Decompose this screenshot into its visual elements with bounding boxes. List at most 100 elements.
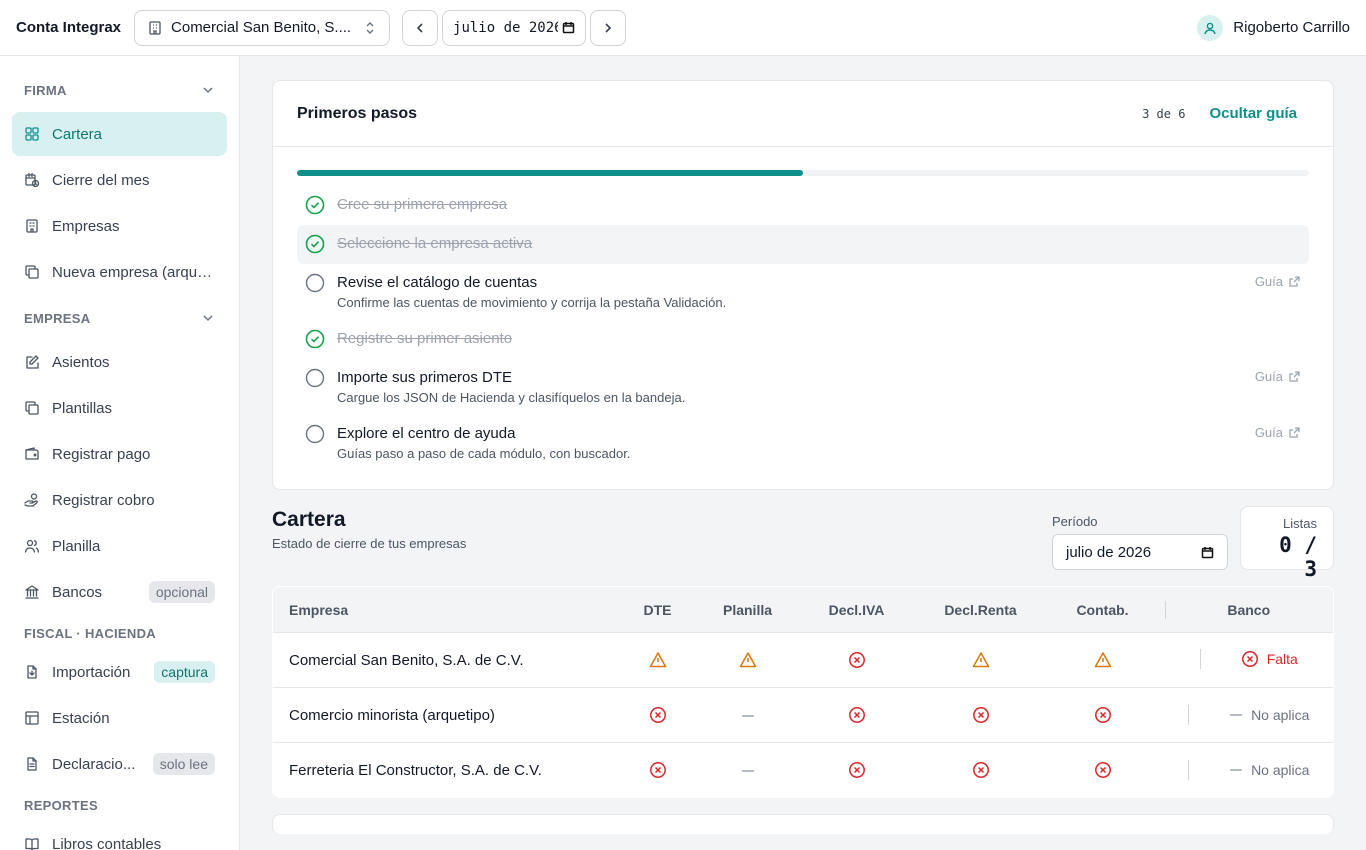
external-link-icon (1289, 276, 1300, 287)
periodo-input[interactable]: julio de 2026 (1052, 534, 1228, 570)
status-cell (1040, 632, 1165, 688)
chevron-left-icon (416, 22, 423, 33)
sidebar-section-header[interactable]: FIRMA (12, 68, 227, 112)
month-input[interactable]: julio de 2026 (442, 9, 587, 46)
bank-status-cell: Falta (1164, 632, 1333, 688)
sidebar-item-badge: solo lee (152, 753, 215, 775)
guide-link[interactable]: Guía (1255, 425, 1301, 440)
next-card (272, 814, 1334, 834)
dash-icon (741, 714, 754, 717)
guide-step[interactable]: Seleccione la empresa activa (297, 225, 1309, 264)
hide-guide-link[interactable]: Ocultar guía (1209, 105, 1297, 122)
sidebar-section-title: FIRMA (24, 82, 67, 98)
column-header-planilla: Planilla (722, 601, 773, 618)
chevron-up-down-icon (363, 21, 377, 35)
bank-status-cell: No aplica (1164, 687, 1333, 743)
copy-icon (25, 265, 39, 279)
guide-step[interactable]: Cree su primera empresa (297, 186, 1309, 225)
guide-link[interactable]: Guía (1255, 274, 1301, 289)
warning-icon (972, 652, 989, 668)
cartera-title: Cartera (272, 508, 346, 531)
sidebar-item-nueva-empresa-arque[interactable]: Nueva empresa (arque... (12, 250, 227, 294)
table-row[interactable]: Ferreteria El Constructor, S.A. de C.V. N… (273, 742, 1333, 797)
external-link-icon (1289, 371, 1300, 382)
sidebar-item-label: Estación (52, 709, 110, 727)
sidebar-item-bancos[interactable]: Bancos opcional (12, 570, 227, 614)
status-cell (792, 687, 921, 743)
x-circle-icon (972, 762, 989, 778)
chevron-down-icon (203, 87, 213, 94)
dash-icon (741, 769, 754, 772)
status-cell (920, 632, 1041, 688)
periodo-field: Período julio de 2026 (1052, 514, 1228, 570)
sidebar-item-label: Cartera (52, 125, 103, 143)
guide-step-title: Importe sus primeros DTE (337, 369, 513, 386)
table-header-row: Empresa DTE Planilla Decl.IVA Decl.Renta… (273, 587, 1334, 633)
sidebar-item-cierre-del-mes[interactable]: Cierre del mes (12, 158, 227, 202)
sidebar-item-empresas[interactable]: Empresas (12, 204, 227, 248)
warning-icon (739, 652, 756, 668)
external-link-icon (1289, 427, 1300, 438)
next-month-button[interactable] (590, 9, 627, 46)
sidebar-item-asientos[interactable]: Asientos (12, 340, 227, 384)
guide-step[interactable]: Registre su primer asiento (297, 320, 1309, 359)
periodo-label: Período (1052, 514, 1098, 529)
sidebar-item-cartera[interactable]: Cartera (12, 112, 227, 156)
sidebar-item-label: Registrar pago (52, 445, 151, 463)
sidebar-item-declaracio[interactable]: Declaracio... solo lee (12, 742, 227, 786)
sidebar-item-label: Cierre del mes (52, 171, 150, 189)
guide-step-title: Explore el centro de ayuda (337, 425, 516, 442)
guide-step-title: Revise el catálogo de cuentas (337, 274, 538, 291)
guide-link[interactable]: Guía (1255, 369, 1301, 384)
sidebar: FIRMA Cartera Cierre del mes Empresas Nueva … (0, 56, 240, 850)
column-header-dte: DTE (643, 601, 672, 618)
sidebar-item-label: Bancos (52, 583, 103, 601)
calendar-clock-icon (25, 172, 40, 188)
progress-bar-fill (297, 170, 803, 176)
status-cell (702, 742, 793, 797)
building-icon (26, 219, 38, 233)
company-selector[interactable]: Comercial San Benito, S.... (134, 9, 391, 46)
status-cell (1040, 687, 1165, 743)
guide-step-description: Guías paso a paso de cada módulo, con bu… (337, 446, 631, 461)
chevron-down-icon (203, 315, 213, 322)
grid-icon (25, 127, 39, 141)
sidebar-item-planilla[interactable]: Planilla (12, 524, 227, 568)
hand-coins-icon (24, 493, 38, 507)
sidebar-section-header: REPORTES (12, 788, 227, 822)
user-menu[interactable]: Rigoberto Carrillo (1197, 14, 1350, 41)
prev-month-button[interactable] (402, 9, 439, 46)
progress-bar (297, 170, 1309, 176)
guide-link-label: Guía (1254, 369, 1283, 384)
bank-status-cell: No aplica (1164, 742, 1333, 797)
guide-step[interactable]: Importe sus primeros DTE Cargue los JSON … (297, 359, 1309, 415)
cartera-subtitle: Estado de cierre de tus empresas (272, 536, 467, 551)
ready-counter-value: 0 / 3 (1279, 533, 1317, 581)
column-header-banco: Banco (1164, 587, 1334, 633)
warning-icon (649, 652, 666, 668)
sidebar-section-header[interactable]: EMPRESA (12, 296, 227, 340)
guide-step-title: Cree su primera empresa (337, 196, 508, 213)
month-input-value: julio de 2026 (453, 19, 559, 36)
guide-step[interactable]: Revise el catálogo de cuentas Confirme la… (297, 264, 1309, 320)
steps-list: Cree su primera empresa Seleccione la emp… (273, 186, 1333, 489)
table-row[interactable]: Comercio minorista (arquetipo) No aplica (273, 687, 1333, 743)
guide-step-title: Seleccione la empresa activa (337, 235, 533, 252)
check-circle-icon (305, 195, 325, 215)
sidebar-item-estación[interactable]: Estación (12, 696, 227, 740)
table-row[interactable]: Comercial San Benito, S.A. de C.V. Falta (273, 632, 1333, 688)
sidebar-item-plantillas[interactable]: Plantillas (12, 386, 227, 430)
status-cell (612, 742, 703, 797)
guide-step[interactable]: Explore el centro de ayuda Guías paso a p… (297, 415, 1309, 471)
users-icon (24, 539, 40, 553)
sidebar-item-importación[interactable]: Importación captura (12, 650, 227, 694)
sidebar-item-libros-contables[interactable]: Libros contables (12, 822, 227, 850)
sidebar-item-registrar-cobro[interactable]: Registrar cobro (12, 478, 227, 522)
steps-count: 3 de 6 (1142, 106, 1186, 121)
copy-icon (25, 401, 39, 415)
getting-started-card: Primeros pasos 3 de 6 Ocultar guía Cree … (272, 80, 1334, 490)
x-circle-icon (649, 707, 666, 723)
sidebar-item-registrar-pago[interactable]: Registrar pago (12, 432, 227, 476)
warning-icon (1094, 652, 1111, 668)
sidebar-item-label: Nueva empresa (arque... (52, 263, 215, 281)
